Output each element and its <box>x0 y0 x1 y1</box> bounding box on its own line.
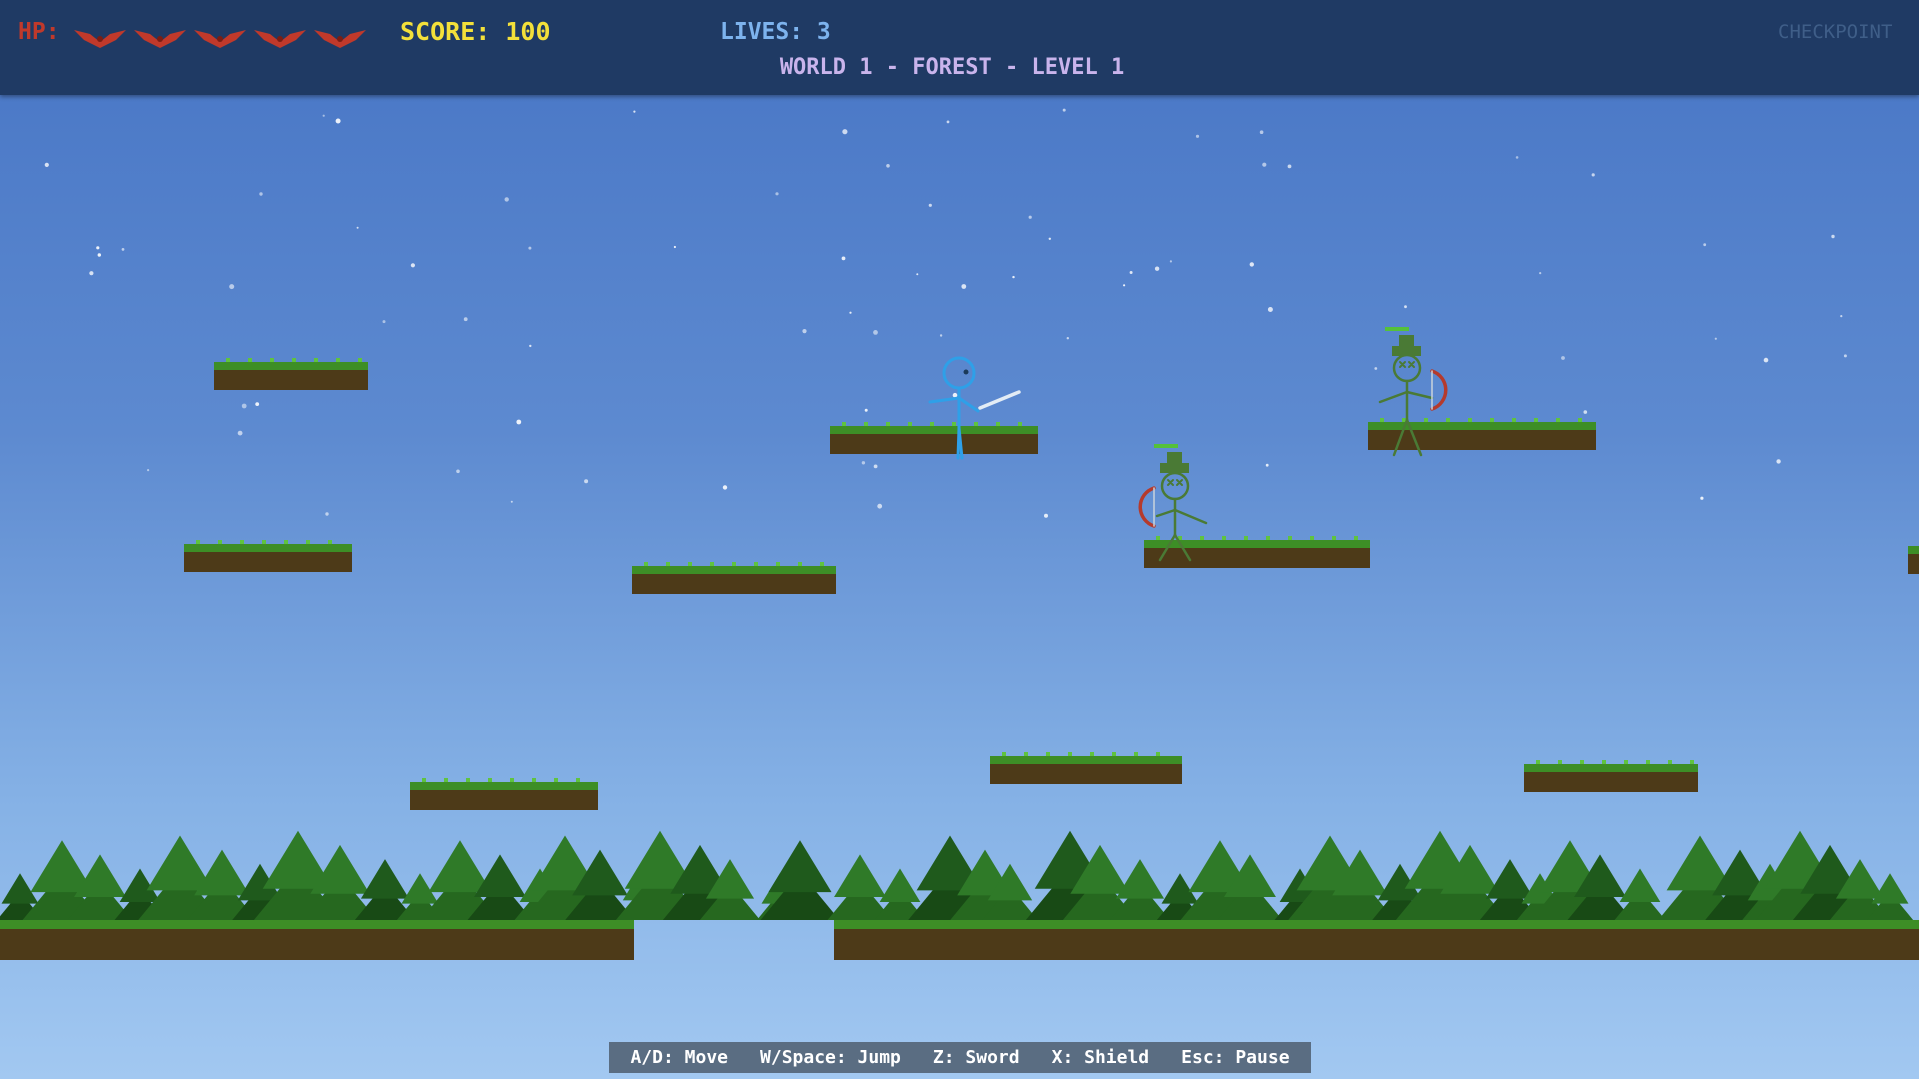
platform <box>1908 546 1919 574</box>
control-hint-pause: Esc: Pause <box>1181 1047 1290 1068</box>
checkpoint-indicator: CHECKPOINT <box>1778 21 1893 43</box>
platform <box>990 752 1182 784</box>
heart-icon <box>254 30 306 48</box>
control-hint-shield: X: Shield <box>1051 1047 1150 1068</box>
floating-platforms <box>184 358 1919 810</box>
hp-label: HP: <box>18 19 60 45</box>
heart-icon <box>314 30 366 48</box>
control-hint-move: A/D: Move <box>630 1047 729 1068</box>
heart-icon <box>74 30 126 48</box>
ground-right <box>834 920 1919 960</box>
platform <box>410 778 598 810</box>
platform <box>1524 760 1698 792</box>
control-hint-jump: W/Space: Jump <box>760 1047 901 1068</box>
platform <box>632 562 836 594</box>
sword <box>978 390 1021 410</box>
game-canvas[interactable]: HP: SCORE: 100 LIVES: 3 CHECKPOINT WORLD… <box>0 0 1919 1079</box>
control-hint-sword: Z: Sword <box>932 1047 1020 1068</box>
platform <box>214 358 368 390</box>
heart-icon <box>134 30 186 48</box>
game-world <box>0 327 1919 960</box>
platform <box>830 422 1038 454</box>
platform <box>184 540 352 572</box>
level-title: WORLD 1 - FOREST - LEVEL 1 <box>779 55 1125 80</box>
heart-icon <box>194 30 246 48</box>
lives-display: LIVES: 3 <box>720 19 831 45</box>
score-display: SCORE: 100 <box>400 17 551 46</box>
ground-left <box>0 920 634 960</box>
hud-bar: HP: SCORE: 100 LIVES: 3 CHECKPOINT WORLD… <box>0 0 1919 95</box>
controls-hint-bar: A/D: Move W/Space: Jump Z: Sword X: Shie… <box>609 1042 1311 1073</box>
hp-hearts <box>72 26 368 48</box>
